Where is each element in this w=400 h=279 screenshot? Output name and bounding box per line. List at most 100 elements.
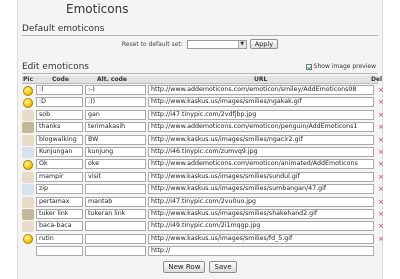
delete-row-icon[interactable]: × [378,136,384,144]
emoticons-table: Pic Code Alt. code URL Del :):-) http://w… [22,76,384,257]
alt-code-input[interactable]: tukeran link [85,208,146,219]
code-input[interactable]: :) [36,85,83,95]
alt-code-input[interactable]: mantab [85,196,146,207]
url-input[interactable]: http://www.addemoticons.com/emoticon/smi… [148,85,374,95]
url-input[interactable]: http://www.kaskus.us/images/smilies/sund… [148,171,374,182]
baca-baca-icon [22,221,34,233]
alt-code-input[interactable]: BW [85,134,146,145]
delete-row-icon[interactable]: × [378,160,384,168]
url-input[interactable]: http://www.kaskus.us/images/smilies/ngak… [148,97,374,108]
page-title: Emoticons [66,2,129,16]
alt-code-input[interactable]: :)) [85,97,146,108]
code-input[interactable]: blogwalking [36,134,83,145]
ok-face-icon [22,159,34,170]
code-input[interactable]: :D [36,97,83,108]
delete-row-icon[interactable]: × [378,148,384,156]
url-input[interactable]: http://www.kaskus.us/images/smilies/fd_5… [148,233,374,244]
table-body: :):-) http://www.addemoticons.com/emotico… [22,84,384,257]
url-input[interactable]: http://www.kaskus.us/images/smilies/sumb… [148,184,374,195]
column-header-del: Del [371,76,383,83]
show-preview-toggle[interactable]: Show image preview [305,63,376,70]
alt-code-input[interactable]: :-) [85,85,146,95]
default-emoticons-heading: Default emoticons [22,24,105,34]
url-input[interactable]: http:// [148,246,374,257]
save-button[interactable]: Save [209,261,237,273]
code-input[interactable]: thanks [36,122,83,133]
code-input[interactable] [36,246,83,257]
delete-row-icon[interactable]: × [378,185,384,193]
table-row: thanks terimakasih http://www.addemoticons… [22,121,384,134]
apply-button[interactable]: Apply [249,39,279,49]
url-input[interactable]: http://www.kaskus.us/images/smilies/ngac… [148,134,374,145]
sad-face-icon [22,109,34,121]
table-row: blogwalking BW http://www.kaskus.us/images… [22,134,384,146]
table-row: mampir visit http://www.kaskus.us/images/s… [22,171,384,183]
smiley-image [23,85,33,96]
column-header-alt: Alt. code [97,76,127,83]
delete-row-icon[interactable]: × [378,210,384,218]
edit-emoticons-heading: Edit emoticons [22,62,89,72]
table-row: :D:)) http://www.kaskus.us/images/smilies… [22,96,384,108]
alt-code-input[interactable] [85,221,146,232]
default-set-select[interactable]: ▼ [186,39,247,49]
code-input[interactable]: rutin [36,233,83,244]
rutin-icon [22,234,34,245]
form-actions: New Row Save [18,261,382,273]
delete-row-icon[interactable]: × [378,173,384,181]
section-divider [22,35,378,36]
smiley-image [23,97,33,108]
delete-row-icon[interactable]: × [378,98,384,106]
pertamax-icon [22,196,34,208]
table-row: pertamax mantab http://i47.tinypic.com/2vu… [22,196,384,208]
section-divider [22,73,378,74]
show-preview-label: Show image preview [313,63,376,70]
alt-code-input[interactable]: oke [85,159,146,170]
alt-code-input[interactable] [85,233,146,244]
alt-code-input[interactable] [85,184,146,195]
thanks-penguin-icon [22,122,34,134]
url-input[interactable]: http://www.addemoticons.com/emoticon/pen… [148,122,374,133]
delete-row-icon[interactable]: × [378,222,384,230]
code-input[interactable]: sob [36,109,83,120]
emoticons-panel: Emoticons Default emoticons Reset to def… [17,0,384,279]
code-input[interactable]: mampir [36,171,83,182]
alt-code-input[interactable]: terimakasih [85,122,146,133]
table-row: Ok oke http://www.addemoticons.com/emotico… [22,158,384,170]
table-row: tuker link tukeran link http://www.kaskus.… [22,208,384,220]
table-header: Pic Code Alt. code URL Del [22,76,382,84]
smiley-image [23,234,33,245]
alt-code-input[interactable] [85,246,146,257]
url-input[interactable]: http://i47.tinypic.com/2vu0uo.jpg [148,196,374,207]
code-input[interactable]: tuker link [36,208,83,219]
reset-default-row: Reset to default set: ▼ Apply [22,37,378,51]
zip-icon [22,184,34,196]
url-input[interactable]: http://i46.tinypic.com/zumvq9.jpg [148,146,374,157]
smiley-image [23,159,33,170]
show-preview-checkbox[interactable] [305,63,312,70]
delete-row-icon[interactable]: × [378,111,384,119]
code-input[interactable]: zip [36,184,83,195]
url-input[interactable]: http://www.addemoticons.com/emoticon/ani… [148,159,374,170]
alt-code-input[interactable]: gan [85,109,146,120]
code-input[interactable]: pertamax [36,196,83,207]
url-input[interactable]: http://www.kaskus.us/images/smilies/shak… [148,208,374,219]
url-input[interactable]: http://i49.tinypic.com/2i1mqgp.jpg [148,221,374,232]
mampir-icon [22,171,34,183]
table-row: http:// [22,245,378,257]
table-row: rutin http://www.kaskus.us/images/smilies… [22,233,384,245]
new-row-button[interactable]: New Row [163,261,206,273]
code-input[interactable]: Kunjungan [36,146,83,157]
delete-row-icon[interactable]: × [378,198,384,206]
table-row: zip http://www.kaskus.us/images/smilies/s… [22,183,384,196]
code-input[interactable]: baca-baca [36,221,83,232]
column-header-code: Code [52,76,69,83]
delete-row-icon[interactable]: × [378,86,384,94]
delete-row-icon[interactable]: × [378,123,384,131]
smiley-face-icon [22,85,34,96]
delete-row-icon[interactable]: × [378,235,384,243]
column-header-url: URL [254,76,268,83]
alt-code-input[interactable]: visit [85,171,146,182]
code-input[interactable]: Ok [36,159,83,170]
alt-code-input[interactable]: kunjung [85,146,146,157]
url-input[interactable]: http://i47.tinypic.com/2vdfjbp.jpg [148,109,374,120]
